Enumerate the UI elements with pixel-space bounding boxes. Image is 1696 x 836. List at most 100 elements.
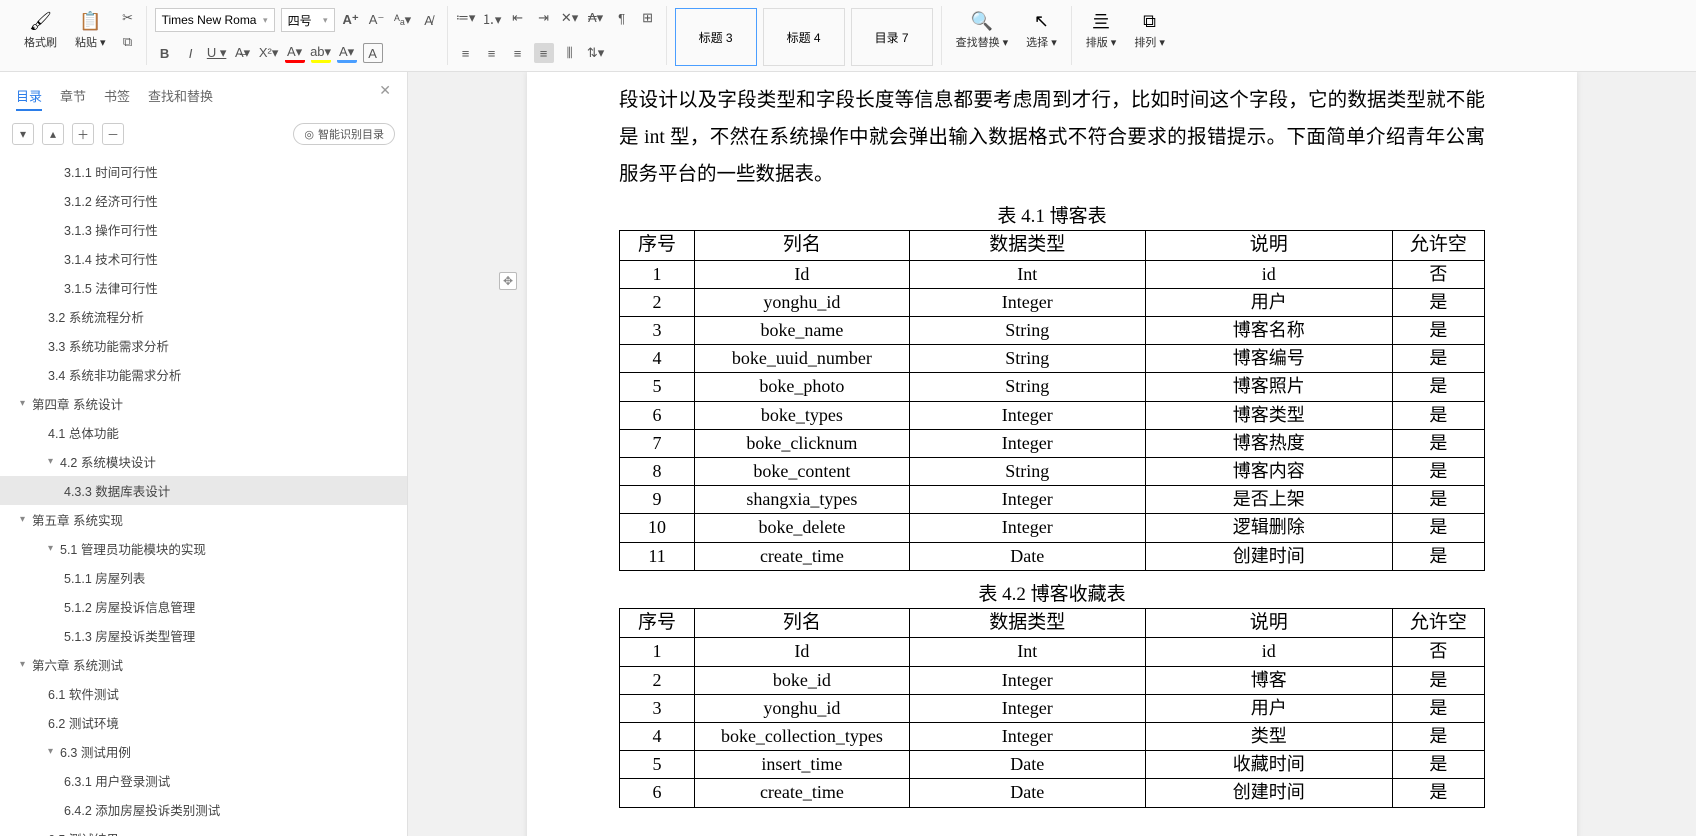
toc-item[interactable]: 6.5 测试结果 (0, 824, 407, 836)
align-left-button[interactable]: ≡ (456, 43, 476, 63)
toc-item[interactable]: ▾第五章 系统实现 (0, 505, 407, 534)
style-item-1[interactable]: 标题 4 (763, 8, 845, 66)
recognize-toc-button[interactable]: ◎智能识别目录 (293, 123, 395, 145)
font-size-select[interactable]: 四号▾ (281, 8, 335, 32)
underline-button[interactable]: U ▾ (207, 43, 227, 63)
table-cell: 逻辑删除 (1145, 514, 1392, 542)
toc-item[interactable]: 4.1 总体功能 (0, 418, 407, 447)
table-cell: Date (909, 751, 1145, 779)
sidebar-tab-0[interactable]: 目录 (16, 82, 42, 111)
toc-item[interactable]: 6.2 测试环境 (0, 708, 407, 737)
toc-item[interactable]: ▾5.1 管理员功能模块的实现 (0, 534, 407, 563)
toc-item[interactable]: ▾第六章 系统测试 (0, 650, 407, 679)
toc-expand-button[interactable]: ▴ (42, 123, 64, 145)
clear-format-button[interactable]: A̸ (419, 10, 439, 30)
shading-button[interactable]: A▾ (337, 43, 357, 63)
toc-item[interactable]: 3.3 系统功能需求分析 (0, 331, 407, 360)
table-anchor-icon[interactable]: ✥ (499, 272, 517, 290)
sidebar-close-button[interactable]: ✕ (379, 82, 391, 111)
toc-item[interactable]: 3.2 系统流程分析 (0, 302, 407, 331)
italic-button[interactable]: I (181, 43, 201, 63)
align-justify-button[interactable]: ≡ (534, 43, 554, 63)
toc-item[interactable]: 3.1.5 法律可行性 (0, 273, 407, 302)
sidebar-tab-1[interactable]: 章节 (60, 82, 86, 111)
table-cell: yonghu_id (695, 694, 910, 722)
table-cell: 7 (620, 429, 695, 457)
toc-item-label: 4.2 系统模块设计 (60, 452, 156, 471)
toc-item[interactable]: 3.1.1 时间可行性 (0, 157, 407, 186)
table-cell: Integer (909, 694, 1145, 722)
numbering-button[interactable]: ⒈▾ (482, 8, 502, 28)
bullets-button[interactable]: ≔▾ (456, 8, 476, 28)
align-right-button[interactable]: ≡ (508, 43, 528, 63)
toc-item[interactable]: 6.4.2 添加房屋投诉类别测试 (0, 795, 407, 824)
toc-item[interactable]: 5.1.3 房屋投诉类型管理 (0, 621, 407, 650)
layout-button[interactable]: 亖 排版 ▾ (1080, 8, 1123, 52)
data-table-1: 序号列名数据类型说明允许空1IdIntid否2boke_idInteger博客是… (619, 608, 1485, 808)
align-text-button[interactable]: ₳▾ (586, 8, 606, 28)
increase-font-button[interactable]: A⁺ (341, 10, 361, 30)
table-cell: 8 (620, 458, 695, 486)
decrease-indent-button[interactable]: ⇤ (508, 8, 528, 28)
toc-item[interactable]: ▾第四章 系统设计 (0, 389, 407, 418)
style-item-2[interactable]: 目录 7 (851, 8, 933, 66)
align-center-button[interactable]: ≡ (482, 43, 502, 63)
table-cell: Integer (909, 666, 1145, 694)
layout-label: 排版 ▾ (1086, 34, 1117, 50)
bold-button[interactable]: B (155, 43, 175, 63)
highlight-button[interactable]: ab▾ (311, 43, 331, 63)
sidebar-tab-2[interactable]: 书签 (104, 82, 130, 111)
font-color-button[interactable]: A▾ (285, 43, 305, 63)
document-area[interactable]: ✥ 段设计以及字段类型和字段长度等信息都要考虑周到才行，比如时间这个字段，它的数… (408, 72, 1696, 836)
distribute-button[interactable]: ⫼ (560, 43, 580, 63)
line-spacing-button[interactable]: ⇅▾ (586, 43, 606, 63)
increase-indent-button[interactable]: ⇥ (534, 8, 554, 28)
toc-item[interactable]: 5.1.2 房屋投诉信息管理 (0, 592, 407, 621)
toc-item[interactable]: 3.1.3 操作可行性 (0, 215, 407, 244)
pilcrow-button[interactable]: ¶ (612, 8, 632, 28)
main: 目录章节书签查找和替换 ✕ ▾ ▴ ＋ － ◎智能识别目录 3.1.1 时间可行性… (0, 72, 1696, 836)
toc-item[interactable]: 3.4 系统非功能需求分析 (0, 360, 407, 389)
toc-item[interactable]: ▾4.2 系统模块设计 (0, 447, 407, 476)
char-border-button[interactable]: A (363, 43, 383, 63)
toc-item[interactable]: 4.3.3 数据库表设计 (0, 476, 407, 505)
paste-button[interactable]: 📋 粘贴 ▾ (69, 8, 112, 52)
table-row: 8boke_contentString博客内容是 (620, 458, 1485, 486)
font-name-select[interactable]: Times New Roma▾ (155, 8, 275, 32)
paste-label: 粘贴 ▾ (75, 34, 106, 50)
toc-item[interactable]: 6.1 软件测试 (0, 679, 407, 708)
toc-item-label: 第四章 系统设计 (32, 394, 123, 413)
toc-collapse-button[interactable]: ▾ (12, 123, 34, 145)
sidebar-tab-3[interactable]: 查找和替换 (148, 82, 213, 111)
toc-item[interactable]: ▾6.3 测试用例 (0, 737, 407, 766)
text-direction-button[interactable]: ✕▾ (560, 8, 580, 28)
toc-item[interactable]: 3.1.2 经济可行性 (0, 186, 407, 215)
copy-button[interactable]: ⧉ (118, 32, 138, 52)
style-item-0[interactable]: 标题 3 (675, 8, 757, 66)
toc-add-button[interactable]: ＋ (72, 123, 94, 145)
table-row: 10boke_deleteInteger逻辑删除是 (620, 514, 1485, 542)
toc-item-label: 3.4 系统非功能需求分析 (48, 365, 181, 384)
table-row: 3boke_nameString博客名称是 (620, 317, 1485, 345)
cut-button[interactable]: ✂ (118, 8, 138, 28)
arrange-button[interactable]: ⧉ 排列 ▾ (1128, 8, 1171, 52)
caret-icon: ▾ (48, 746, 60, 757)
toc-item-label: 5.1.2 房屋投诉信息管理 (64, 597, 195, 616)
select-button[interactable]: ↖ 选择 ▾ (1020, 8, 1063, 52)
table-row: 2yonghu_idInteger用户是 (620, 288, 1485, 316)
table-cell: Int (909, 638, 1145, 666)
find-replace-button[interactable]: 🔍 查找替换 ▾ (950, 8, 1015, 52)
toc-remove-button[interactable]: － (102, 123, 124, 145)
table-cell: 是 (1392, 429, 1484, 457)
decrease-font-button[interactable]: A⁻ (367, 10, 387, 30)
toc-item[interactable]: 3.1.4 技术可行性 (0, 244, 407, 273)
borders-button[interactable]: ⊞ (638, 8, 658, 28)
strikethrough-button[interactable]: A̶▾ (233, 43, 253, 63)
toc-item[interactable]: 5.1.1 房屋列表 (0, 563, 407, 592)
toc-item[interactable]: 6.3.1 用户登录测试 (0, 766, 407, 795)
change-case-button[interactable]: ᴬₐ▾ (393, 10, 413, 30)
table-cell: 6 (620, 401, 695, 429)
table-caption: 表 4.2 博客收藏表 (619, 579, 1485, 606)
format-painter-button[interactable]: 🖌 格式刷 (18, 8, 63, 52)
superscript-button[interactable]: X²▾ (259, 43, 279, 63)
